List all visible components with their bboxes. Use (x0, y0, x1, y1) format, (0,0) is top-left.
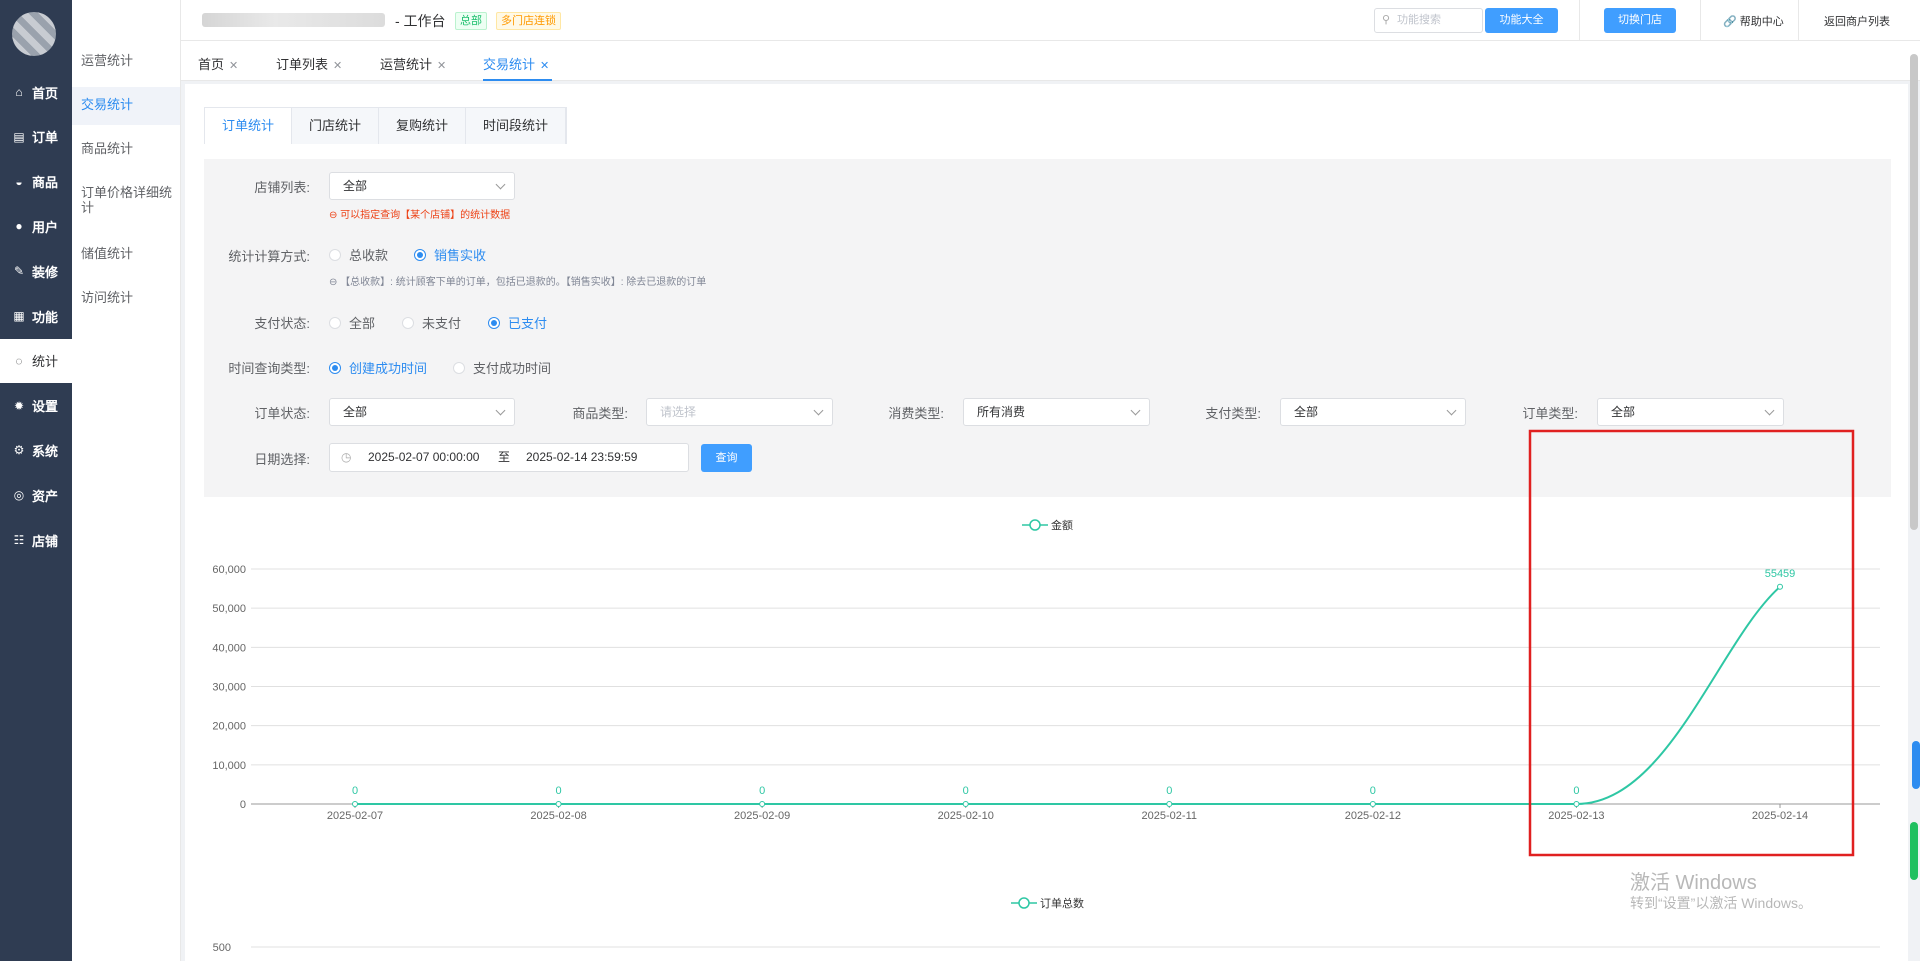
windows-activation-watermark: 激活 Windows (1630, 872, 1757, 894)
data-point (1777, 583, 1783, 590)
chart2-legend-label: 订单总数 (1040, 896, 1084, 910)
legend-marker (1029, 519, 1041, 531)
x-tick-label: 2025-02-13 (1548, 810, 1604, 822)
series-line-amount (355, 586, 1781, 805)
page-scrollbar[interactable] (1910, 54, 1918, 530)
data-point (962, 801, 969, 807)
data-point (352, 801, 358, 807)
data-label: 0 (1166, 785, 1172, 797)
x-tick-label: 2025-02-07 (327, 810, 383, 822)
chart-legend-label: 金额 (1051, 518, 1073, 532)
y-tick-label: 30,000 (212, 682, 246, 694)
y-tick-label: 20,000 (212, 721, 246, 733)
x-tick-label: 2025-02-12 (1345, 810, 1401, 822)
x-tick-label: 2025-02-11 (1142, 810, 1197, 822)
floating-blue-handle[interactable] (1912, 741, 1920, 789)
x-tick-label: 2025-02-09 (734, 810, 790, 822)
data-point (1573, 801, 1580, 807)
data-label: 0 (963, 785, 969, 797)
data-label: 0 (352, 785, 358, 797)
y-tick-label: 10,000 (212, 760, 246, 772)
data-label: 0 (556, 785, 562, 797)
windows-activation-subtext: 转到“设置”以激活 Windows。 (1630, 895, 1813, 911)
y-tick-label: 60,000 (212, 564, 246, 576)
x-tick-label: 2025-02-10 (938, 810, 994, 822)
y-tick-label: 0 (240, 799, 246, 811)
y-tick-label: 500 (213, 942, 231, 954)
y-tick-label: 40,000 (212, 642, 246, 654)
x-tick-label: 2025-02-08 (530, 810, 586, 822)
floating-green-handle[interactable] (1910, 822, 1918, 880)
data-point (759, 801, 766, 807)
data-label: 55459 (1765, 568, 1796, 580)
y-tick-label: 50,000 (212, 603, 246, 615)
trade-charts: 金额 0 10,000 20,000 30,000 40,000 50,000 60,000 2… (212, 429, 1880, 954)
legend-marker (1018, 897, 1030, 909)
data-label: 0 (759, 785, 765, 797)
x-tick-label: 2025-02-14 (1752, 810, 1808, 822)
data-label: 0 (1573, 785, 1579, 797)
data-label: 0 (1370, 785, 1376, 797)
data-point (555, 801, 562, 807)
data-point (1369, 801, 1376, 807)
data-point (1166, 801, 1173, 807)
